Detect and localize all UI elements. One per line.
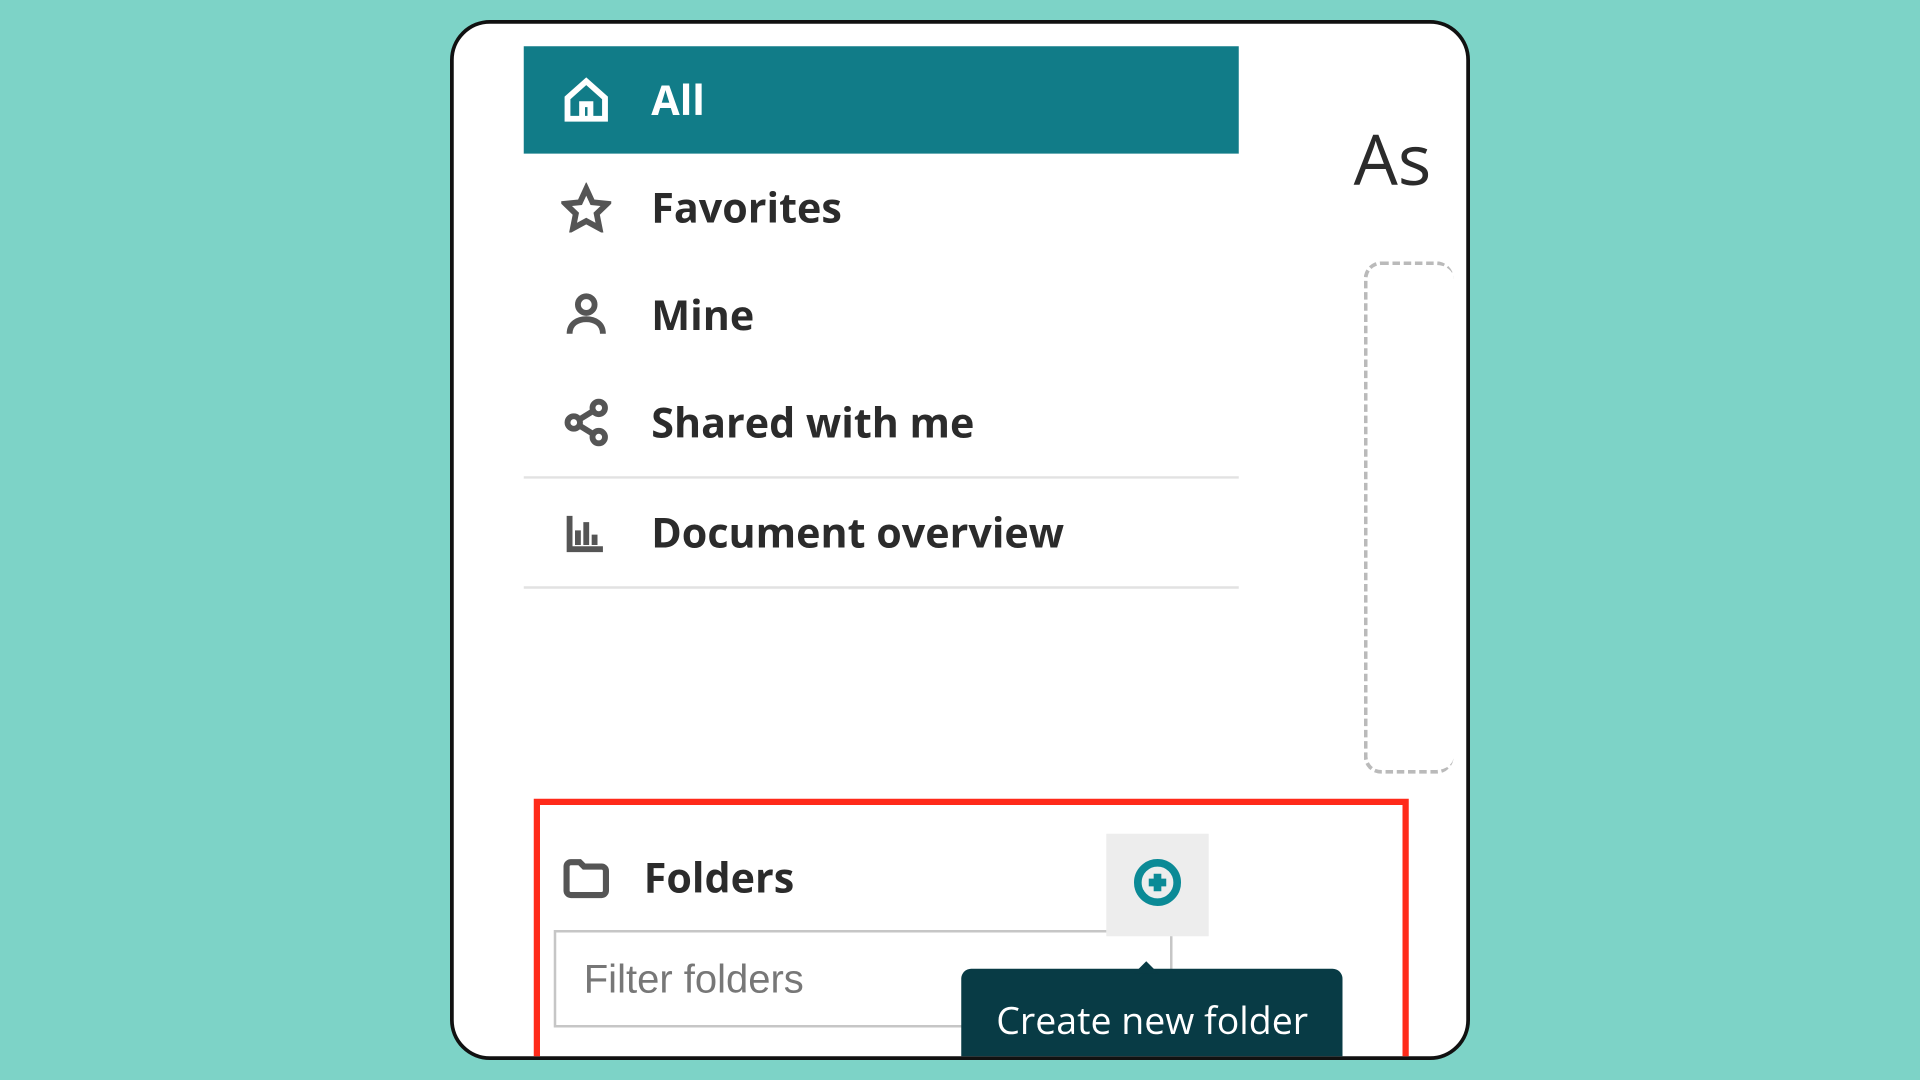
add-folder-button[interactable] [1106,834,1209,937]
app-window: All Favorites Mine Shared with me [450,20,1470,1060]
folder-icon [559,849,614,904]
plus-circle-icon [1131,856,1184,915]
sidebar-item-all[interactable]: All [524,46,1239,154]
sidebar-item-label: Document overview [651,504,1064,560]
sidebar-item-label: Shared with me [651,394,974,450]
folders-header: Folders [554,829,1209,930]
folders-section: Folders Create new folder [524,814,1239,1043]
folders-label: Folders [644,849,794,905]
sidebar-item-mine[interactable]: Mine [524,261,1239,369]
sidebar-divider [524,586,1239,589]
sidebar-item-label: All [651,71,705,127]
right-panel-placeholder [1364,261,1454,774]
chart-icon [559,504,614,559]
star-icon [559,179,614,234]
home-icon [559,72,614,127]
sidebar-item-label: Favorites [651,179,842,235]
sidebar-nav: All Favorites Mine Shared with me [524,46,1239,589]
share-icon [559,394,614,449]
sidebar-item-favorites[interactable]: Favorites [524,154,1239,262]
sidebar-item-overview[interactable]: Document overview [524,479,1239,587]
sidebar-item-shared[interactable]: Shared with me [524,369,1239,477]
add-folder-tooltip: Create new folder [961,969,1343,1060]
right-panel-text: As [1354,111,1432,206]
sidebar-item-label: Mine [651,286,754,342]
person-icon [559,287,614,342]
